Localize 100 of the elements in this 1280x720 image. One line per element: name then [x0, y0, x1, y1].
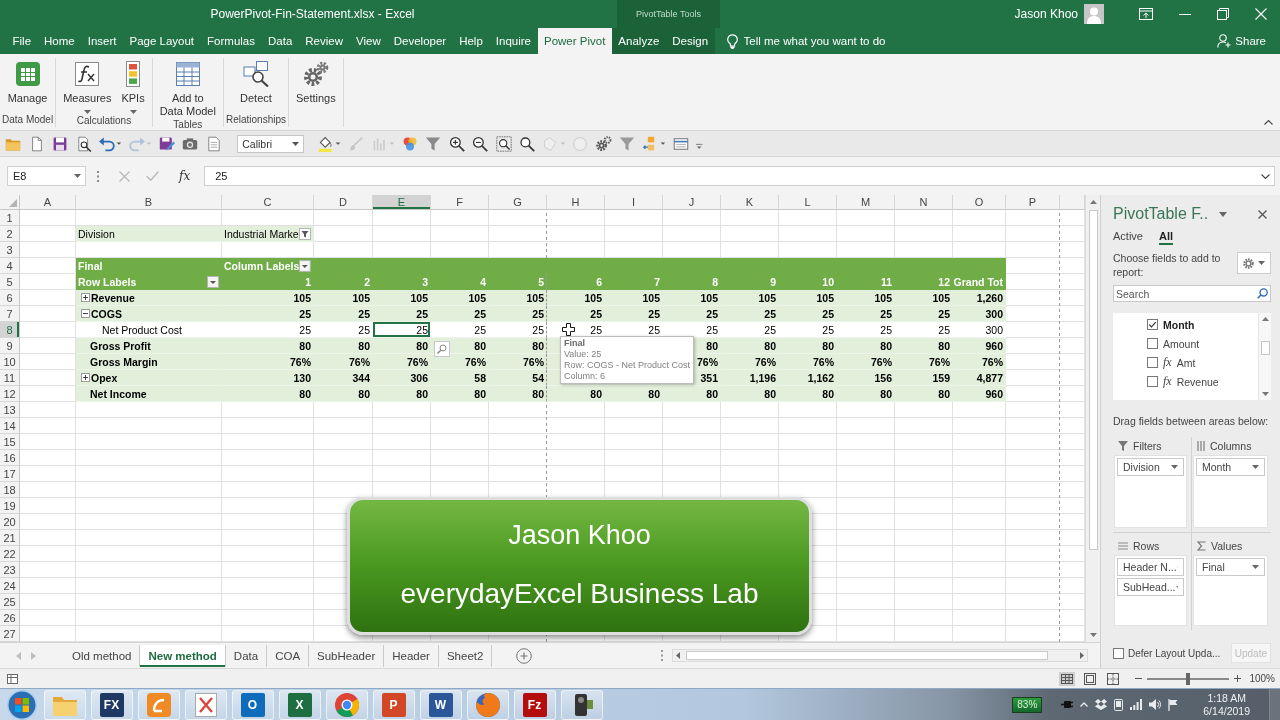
column-letter[interactable]: D [314, 195, 373, 210]
ribbon-tab[interactable]: View [349, 28, 388, 54]
dropdown-button-icon[interactable] [207, 275, 219, 288]
arrange-icon[interactable] [642, 135, 666, 152]
ribbon-button[interactable]: Measures [58, 58, 117, 114]
column-letter[interactable]: J [663, 195, 721, 210]
drop-area[interactable]: Header N... SubHead... [1114, 555, 1187, 626]
restore-icon[interactable] [1217, 8, 1229, 20]
row-number[interactable]: 19 [0, 498, 20, 514]
ribbon-button[interactable]: Add to Data Model [154, 58, 221, 118]
ribbon-tab[interactable]: Data [261, 28, 299, 54]
pane-tab[interactable]: Active [1113, 230, 1143, 245]
drop-area[interactable]: Final [1193, 555, 1268, 626]
taskbar-button[interactable]: O [231, 689, 274, 720]
search-field[interactable]: Search [1113, 285, 1271, 302]
column-letter[interactable]: K [721, 195, 779, 210]
ribbon-display-icon[interactable] [1139, 8, 1153, 20]
field-list[interactable]: Month Amount fx Amt fx Revenue [1113, 313, 1271, 400]
signal-bars-icon[interactable] [1130, 699, 1143, 710]
collapse-icon[interactable] [81, 309, 90, 318]
undo-icon[interactable] [99, 135, 122, 152]
field-name[interactable]: Amt [1176, 356, 1196, 369]
drop-area[interactable]: Month [1193, 455, 1268, 528]
add-sheet-icon[interactable] [516, 647, 533, 664]
page-break-icon[interactable] [1105, 671, 1122, 686]
scroll-right-icon[interactable] [1080, 652, 1084, 659]
row-number[interactable]: 23 [0, 562, 20, 578]
save-as-icon[interactable] [158, 135, 175, 152]
sheet-tab[interactable]: Header [384, 644, 439, 667]
row-number[interactable]: 2 [0, 226, 20, 242]
column-letter[interactable]: E [373, 195, 431, 210]
close-icon[interactable] [1258, 209, 1267, 219]
taskbar-button[interactable] [466, 689, 509, 720]
vertical-scrollbar[interactable] [1085, 195, 1100, 642]
ribbon-tab[interactable]: Home [37, 28, 82, 54]
column-letter[interactable]: F [431, 195, 489, 210]
sheet-tab[interactable]: Sheet2 [438, 644, 493, 667]
row-number[interactable]: 25 [0, 594, 20, 610]
zoom-in-icon[interactable] [448, 135, 465, 152]
row-number[interactable]: 26 [0, 610, 20, 626]
scroll-up-icon[interactable] [1261, 317, 1269, 321]
row-number[interactable]: 4 [0, 258, 20, 274]
zoom-in-icon[interactable] [1234, 675, 1242, 682]
expand-icon[interactable] [81, 293, 90, 302]
drop-area[interactable]: Division [1114, 455, 1187, 528]
check-icon[interactable] [146, 171, 159, 181]
area-field[interactable]: Header N... [1117, 558, 1184, 576]
area-field[interactable]: SubHead... [1117, 578, 1184, 596]
ribbon-button[interactable]: Detect [235, 58, 277, 113]
row-number[interactable]: 10 [0, 354, 20, 370]
name-box[interactable]: E8 [7, 166, 86, 186]
row-number[interactable]: 8 [0, 322, 20, 338]
settings-dropdown-button[interactable] [1237, 252, 1271, 274]
column-letter[interactable]: O [953, 195, 1006, 210]
column-letter[interactable]: B [76, 195, 222, 210]
filter-icon[interactable] [619, 135, 636, 152]
column-letter[interactable]: M [837, 195, 895, 210]
insert-function-button[interactable]: fx [179, 169, 191, 183]
field-name[interactable]: Revenue [1176, 375, 1219, 388]
ribbon-tab[interactable]: Analyze [611, 28, 666, 54]
column-letter[interactable]: L [779, 195, 837, 210]
formula-field[interactable]: 25 [204, 166, 1275, 186]
column-letter[interactable]: C [222, 195, 314, 210]
gears-icon[interactable] [595, 135, 612, 152]
taskbar-button[interactable]: W [419, 689, 462, 720]
scroll-left-icon[interactable] [676, 652, 680, 659]
ribbon-button[interactable]: KPIs [116, 58, 150, 114]
sheet-status-icon[interactable] [7, 673, 18, 684]
ribbon-tab[interactable]: Page Layout [123, 28, 201, 54]
row-number[interactable]: 20 [0, 514, 20, 530]
row-number[interactable]: 24 [0, 578, 20, 594]
column-letter[interactable]: A [20, 195, 76, 210]
scroll-down-icon[interactable] [1089, 633, 1097, 637]
print-preview-icon[interactable] [75, 135, 92, 152]
area-field[interactable]: Month [1196, 458, 1265, 476]
row-number[interactable]: 22 [0, 546, 20, 562]
tell-me-field[interactable]: Tell me what you want to do [743, 35, 894, 47]
scrollbar-thumb[interactable] [686, 651, 1048, 660]
row-number[interactable]: 15 [0, 434, 20, 450]
slider-thumb[interactable] [1186, 672, 1191, 685]
scrollbar-thumb[interactable] [1260, 341, 1270, 355]
zoom-out-icon[interactable] [472, 135, 489, 152]
taskbar-button[interactable]: P [372, 689, 415, 720]
row-number[interactable]: 6 [0, 290, 20, 306]
normal-view-icon[interactable] [1059, 671, 1076, 686]
plug-icon[interactable] [1061, 700, 1074, 709]
camera-icon[interactable] [182, 135, 199, 152]
pane-tab[interactable]: All [1158, 230, 1174, 245]
ribbon-button[interactable]: Settings [291, 58, 341, 113]
row-number[interactable]: 9 [0, 338, 20, 354]
row-number[interactable]: 14 [0, 418, 20, 434]
color-wheel-icon[interactable] [401, 135, 418, 152]
ribbon-tab[interactable]: Inquire [489, 28, 538, 54]
column-letter[interactable]: P [1006, 195, 1060, 210]
row-number[interactable]: 12 [0, 386, 20, 402]
ribbon-tab[interactable]: Design [665, 28, 715, 54]
dropdown-button-icon[interactable] [299, 259, 311, 272]
sheet-tab[interactable]: New method [140, 644, 226, 667]
fill-color-icon[interactable] [318, 135, 341, 152]
battery-indicator[interactable]: 83% [1012, 696, 1043, 713]
